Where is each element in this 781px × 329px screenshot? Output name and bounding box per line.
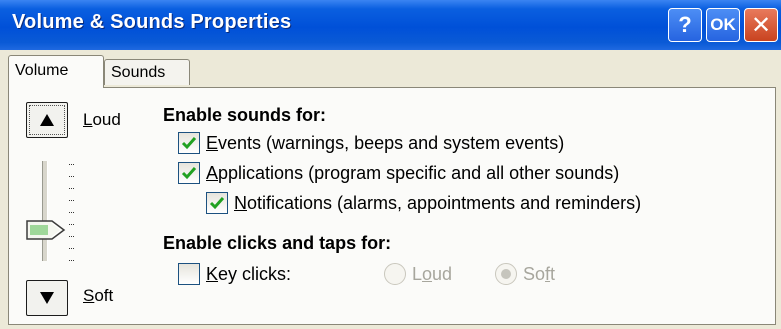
loud-label: Loud: [83, 110, 121, 130]
applications-mnemonic: A: [206, 162, 219, 183]
triangle-down-icon: [40, 292, 54, 304]
loud-radio[interactable]: [384, 263, 406, 285]
key-clicks-label: Key clicks:: [206, 264, 291, 285]
slider-tick: [69, 188, 74, 190]
enable-clicks-heading: Enable clicks and taps for:: [163, 233, 392, 253]
key-clicks-checkbox[interactable]: [178, 263, 200, 285]
volume-slider-track[interactable]: [42, 161, 48, 261]
tab-volume[interactable]: Volume: [8, 55, 104, 88]
help-button[interactable]: ?: [668, 8, 702, 42]
slider-tick: [69, 164, 74, 166]
slider-tick: [69, 236, 74, 238]
tab-volume-label: Volume: [15, 62, 69, 79]
applications-option[interactable]: Applications (program specific and all o…: [178, 162, 619, 184]
volume-slider-thumb[interactable]: [26, 219, 66, 241]
help-icon: ?: [678, 12, 692, 37]
volume-up-button[interactable]: [26, 102, 68, 138]
loud-radio-text-end: ud: [432, 263, 453, 284]
title-bar[interactable]: Volume & Sounds Properties ? OK ✕: [0, 0, 781, 50]
checkmark-icon: [209, 197, 225, 210]
notifications-mnemonic: N: [234, 192, 247, 213]
applications-checkbox[interactable]: [178, 162, 200, 184]
slider-tick: [69, 248, 74, 250]
soft-radio-label: Soft: [523, 264, 555, 285]
key-clicks-label-rest: ey clicks:: [218, 263, 292, 284]
ok-button[interactable]: OK: [706, 8, 740, 42]
events-label-rest: vents (warnings, beeps and system events…: [218, 132, 565, 153]
loud-radio-label: Loud: [412, 264, 452, 285]
key-clicks-loud-option[interactable]: Loud: [384, 263, 452, 285]
notifications-option[interactable]: Notifications (alarms, appointments and …: [206, 192, 641, 214]
notifications-checkbox[interactable]: [206, 192, 228, 214]
soft-mnemonic: S: [83, 286, 95, 305]
slider-tick: [69, 212, 74, 214]
slider-tick: [69, 176, 74, 178]
key-clicks-option[interactable]: Key clicks:: [178, 263, 291, 285]
soft-radio[interactable]: [495, 263, 517, 285]
notifications-label: Notifications (alarms, appointments and …: [234, 193, 641, 214]
tab-sounds[interactable]: Sounds: [104, 59, 190, 85]
enable-sounds-heading: Enable sounds for:: [163, 105, 327, 125]
tab-sounds-label: Sounds: [111, 64, 166, 81]
events-checkbox[interactable]: [178, 132, 200, 154]
key-clicks-mnemonic: K: [206, 263, 219, 284]
loud-radio-text-start: L: [412, 263, 423, 284]
soft-label: Soft: [83, 286, 113, 306]
triangle-up-icon: [40, 114, 54, 126]
volume-sounds-window: Volume & Sounds Properties ? OK ✕ Volume…: [0, 0, 781, 329]
applications-label-rest: pplications (program specific and all ot…: [218, 162, 620, 183]
ok-label: OK: [710, 15, 736, 34]
close-icon: ✕: [750, 11, 772, 39]
slider-tick: [69, 260, 74, 262]
applications-label: Applications (program specific and all o…: [206, 163, 619, 184]
volume-down-button[interactable]: [26, 280, 68, 316]
soft-radio-text-end: t: [550, 263, 556, 284]
window-title: Volume & Sounds Properties: [12, 11, 292, 33]
checkmark-icon: [181, 137, 197, 150]
loud-label-rest: oud: [92, 110, 121, 129]
close-button[interactable]: ✕: [744, 8, 778, 42]
key-clicks-soft-option[interactable]: Soft: [495, 263, 555, 285]
events-mnemonic: E: [206, 132, 219, 153]
slider-tick: [69, 224, 74, 226]
soft-radio-text-start: So: [523, 263, 546, 284]
soft-label-rest: oft: [94, 286, 114, 305]
radio-selected-dot: [501, 269, 511, 279]
events-option[interactable]: Events (warnings, beeps and system event…: [178, 132, 564, 154]
loud-radio-mnemonic: o: [422, 263, 433, 284]
events-label: Events (warnings, beeps and system event…: [206, 133, 564, 154]
volume-tab-panel: Loud Soft Enable sounds for: Events (war…: [8, 87, 776, 325]
notifications-label-rest: otifications (alarms, appointments and r…: [247, 192, 642, 213]
slider-tick: [69, 200, 74, 202]
checkmark-icon: [181, 167, 197, 180]
